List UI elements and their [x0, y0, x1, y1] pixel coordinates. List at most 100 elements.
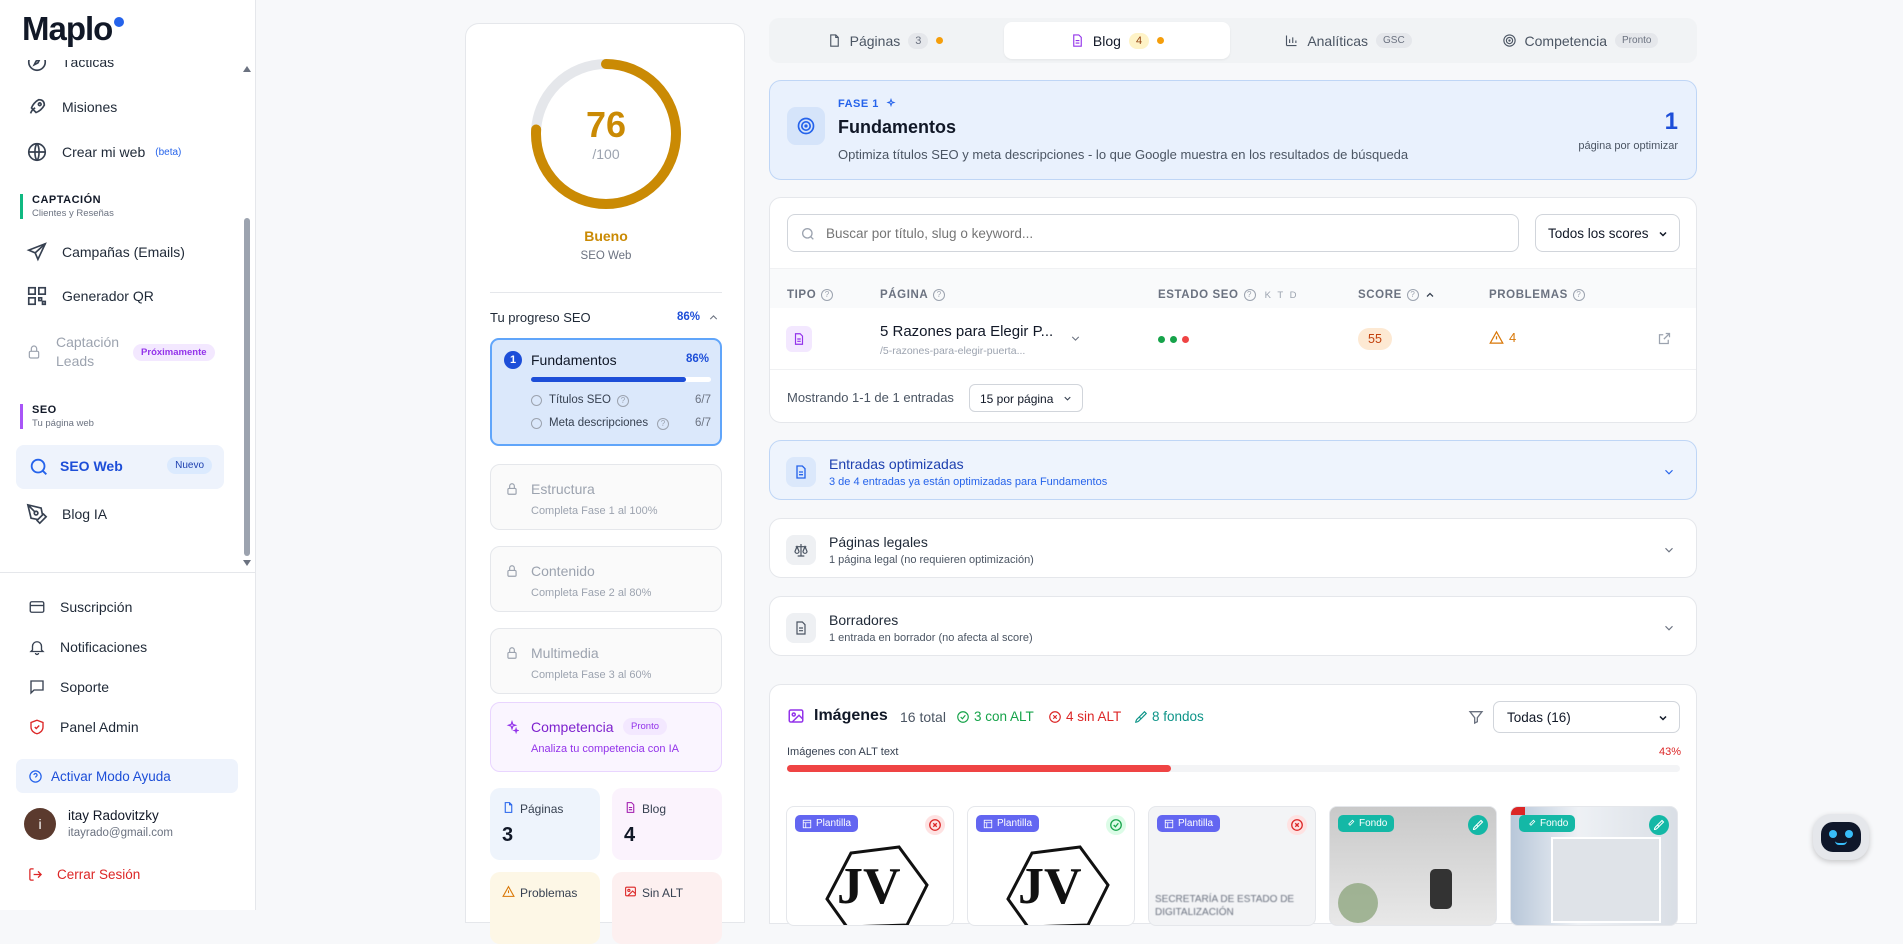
- notifications-link[interactable]: Notificaciones: [28, 638, 147, 656]
- section-seo: SEO Tu página web: [20, 404, 94, 429]
- tab-competencia[interactable]: Competencia Pronto: [1467, 22, 1693, 59]
- stat-card-blog[interactable]: Blog 4: [612, 788, 722, 860]
- lock-icon: [507, 565, 517, 577]
- file-text-icon: [786, 613, 816, 643]
- x-circle-icon: [925, 815, 945, 835]
- col-label: ESTADO SEO: [1158, 289, 1239, 301]
- app-logo[interactable]: Maplo: [22, 10, 125, 48]
- col-estado[interactable]: ESTADO SEO? K T D: [1158, 289, 1299, 301]
- score-filter-select[interactable]: Todos los scores: [1535, 214, 1680, 252]
- entries-table-card: Todos los scores TIPO? PÁGINA? ESTADO SE…: [769, 197, 1697, 423]
- col-score[interactable]: SCORE?: [1358, 289, 1436, 301]
- admin-panel-link[interactable]: Panel Admin: [28, 718, 139, 736]
- sidebar-item-qr[interactable]: Generador QR: [26, 285, 154, 307]
- label-line: Captación: [56, 334, 120, 350]
- image-thumb[interactable]: Plantilla JV: [967, 806, 1135, 926]
- assistant-robot-button[interactable]: [1810, 810, 1872, 864]
- image-thumb[interactable]: Fondo: [1510, 806, 1678, 926]
- logout-icon: [29, 868, 43, 881]
- label-line: Leads: [56, 353, 95, 369]
- help-icon[interactable]: ?: [1572, 289, 1585, 301]
- accordion-optimized[interactable]: Entradas optimizadas 3 de 4 entradas ya …: [769, 440, 1697, 500]
- phase-progress-track: [531, 377, 711, 382]
- status-dot: [1157, 37, 1165, 44]
- sidebar-item-crear-web[interactable]: Crear mi web (beta): [26, 141, 181, 163]
- search-input[interactable]: [826, 223, 1506, 243]
- chevron-down-icon[interactable]: [1069, 332, 1082, 345]
- sub-item-value: 6/7: [695, 417, 711, 429]
- image-thumb[interactable]: Plantilla SECRETARÍA DE ESTADO DE DIGITA…: [1148, 806, 1316, 926]
- subscription-link[interactable]: Suscripción: [28, 598, 132, 616]
- col-problemas[interactable]: PROBLEMAS?: [1489, 289, 1585, 301]
- message-square-icon: [30, 680, 44, 695]
- phase-banner-title: Fundamentos: [838, 117, 957, 137]
- support-link[interactable]: Soporte: [28, 678, 109, 696]
- sidebar-item-label: SEO Web: [60, 458, 123, 474]
- scale-icon: [786, 535, 816, 565]
- accordion-title: Borradores: [829, 612, 899, 628]
- scroll-thumb[interactable]: [244, 218, 250, 556]
- user-profile[interactable]: i itay Radovitzky itayrado@gmail.com: [24, 808, 234, 844]
- help-icon[interactable]: ?: [1406, 289, 1419, 301]
- phase-tag: FASE 1: [838, 98, 879, 110]
- help-icon[interactable]: ?: [617, 395, 629, 407]
- scroll-up-arrow[interactable]: [243, 66, 251, 72]
- phase-card-competencia[interactable]: Competencia Pronto Analiza tu competenci…: [490, 702, 722, 772]
- background-photo-plant: [1338, 883, 1378, 923]
- link-label: Cerrar Sesión: [57, 867, 141, 882]
- divider: [490, 292, 722, 293]
- phase-card-fundamentos[interactable]: 1 Fundamentos 86% Títulos SEO ? 6/7 Meta…: [490, 338, 722, 446]
- help-icon[interactable]: ?: [821, 289, 834, 301]
- stat-card-problemas[interactable]: Problemas: [490, 872, 600, 944]
- thumb-caption: JV: [837, 858, 901, 915]
- globe-icon: [27, 142, 47, 162]
- circle-icon: [531, 418, 542, 429]
- sidebar-item-misiones[interactable]: Misiones: [26, 96, 117, 118]
- tab-paginas[interactable]: Páginas 3: [773, 22, 997, 59]
- phase-title: Competencia: [531, 719, 614, 735]
- image-thumb[interactable]: Fondo: [1329, 806, 1497, 926]
- sidebar-item-tacticas[interactable]: Tácticas: [26, 60, 114, 73]
- sort-up-icon: [1426, 292, 1434, 297]
- stat-card-paginas[interactable]: Páginas 3: [490, 788, 600, 860]
- user-name: itay Radovitzky: [68, 808, 159, 823]
- tab-blog[interactable]: Blog 4: [1004, 22, 1230, 59]
- stat-label: Problemas: [520, 886, 578, 900]
- select-value: Todas (16): [1507, 710, 1571, 725]
- search-box[interactable]: [787, 214, 1519, 252]
- tab-analiticas[interactable]: Analíticas GSC: [1235, 22, 1461, 59]
- user-email: itayrado@gmail.com: [68, 827, 173, 839]
- sidebar-item-seo-web[interactable]: SEO Web Nuevo: [16, 445, 224, 489]
- help-mode-button[interactable]: Activar Modo Ayuda: [16, 759, 238, 793]
- per-page-select[interactable]: 15 por página: [969, 384, 1083, 412]
- lock-icon: [28, 345, 40, 359]
- table-row[interactable]: 5 Razones para Elegir P... /5-razones-pa…: [770, 308, 1696, 370]
- accordion-legal[interactable]: Páginas legales 1 página legal (no requi…: [769, 518, 1697, 578]
- layout-icon: [802, 819, 812, 828]
- section-captacion: CAPTACIÓN Clientes y Reseñas: [20, 194, 114, 219]
- phase-title: Estructura: [531, 481, 595, 497]
- accordion-drafts[interactable]: Borradores 1 entrada en borrador (no afe…: [769, 596, 1697, 656]
- stat-value: 3 con ALT: [974, 709, 1034, 724]
- row-title[interactable]: 5 Razones para Elegir P...: [880, 323, 1053, 340]
- logout-link[interactable]: Cerrar Sesión: [28, 867, 140, 882]
- pagination-summary: Mostrando 1-1 de 1 entradas: [787, 390, 954, 405]
- help-icon[interactable]: ?: [657, 418, 669, 430]
- filter-icon[interactable]: [1468, 709, 1484, 725]
- external-link-icon[interactable]: [1657, 331, 1672, 346]
- image-thumb[interactable]: Plantilla JV: [786, 806, 954, 926]
- sidebar-item-campanas[interactable]: Campañas (Emails): [26, 241, 185, 263]
- progress-header[interactable]: Tu progreso SEO 86%: [490, 308, 722, 328]
- stat-card-sin-alt[interactable]: Sin ALT: [612, 872, 722, 944]
- sub-item-meta: Meta descripciones ? 6/7: [531, 416, 711, 432]
- score-label: SEO Web: [580, 250, 632, 262]
- col-tipo[interactable]: TIPO?: [787, 289, 834, 301]
- help-icon[interactable]: ?: [933, 289, 946, 301]
- sidebar-item-blog-ia[interactable]: Blog IA: [26, 503, 107, 525]
- images-filter-select[interactable]: Todas (16): [1493, 701, 1680, 733]
- scroll-down-arrow[interactable]: [243, 560, 251, 566]
- col-pagina[interactable]: PÁGINA?: [880, 289, 946, 301]
- help-icon[interactable]: ?: [1243, 289, 1256, 301]
- problems-count[interactable]: 4: [1489, 330, 1516, 345]
- blog-post-type-icon: [786, 326, 812, 352]
